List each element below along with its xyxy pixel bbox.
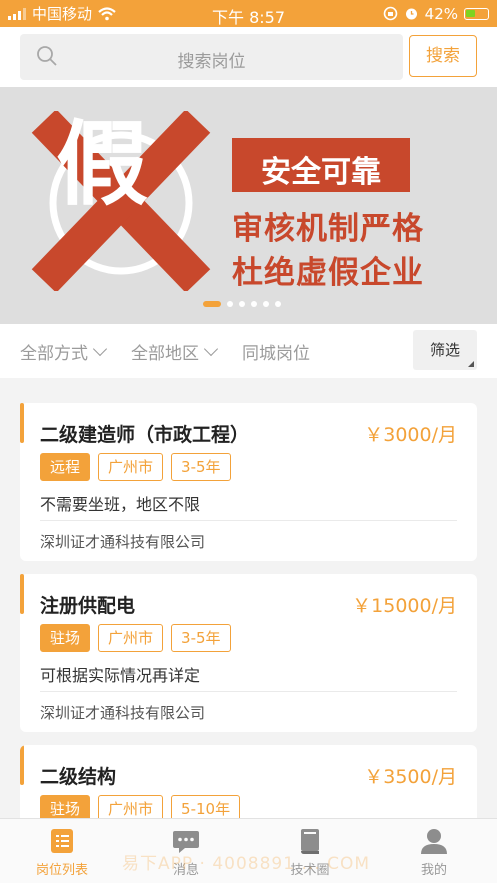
carousel-dot[interactable]	[275, 301, 281, 307]
tab-bar: 岗位列表 消息 技术圈 我的	[0, 818, 497, 883]
city-tag: 广州市	[98, 453, 164, 481]
company-name: 深圳证才通科技有限公司	[40, 704, 206, 722]
job-tags: 远程 广州市 3-5年	[40, 453, 231, 481]
search-placeholder: 搜索岗位	[177, 52, 246, 72]
fake-char: 假	[55, 111, 148, 218]
tab-messages[interactable]: 消息	[124, 819, 248, 883]
tab-label: 我的	[420, 863, 447, 878]
work-mode-tag: 驻场	[40, 624, 91, 652]
tab-label: 消息	[172, 863, 199, 878]
search-input[interactable]: 搜索岗位	[20, 34, 403, 80]
filter-bar: 全部方式 全部地区 同城岗位 筛选	[0, 324, 497, 378]
orientation-lock-icon	[383, 6, 397, 21]
tab-label: 技术圈	[290, 863, 330, 878]
tab-label: 岗位列表	[35, 863, 88, 878]
alarm-icon	[405, 8, 417, 20]
job-salary: ￥3000/月	[364, 424, 457, 446]
banner-line-1: 审核机制严格	[232, 211, 424, 247]
status-bar: 中国移动 下午 8:57 42%	[0, 0, 497, 27]
carousel-dot[interactable]	[263, 301, 269, 307]
user-icon	[421, 829, 447, 854]
job-card[interactable]: 二级结构 ￥3500/月 驻场 广州市 5-10年	[20, 745, 477, 825]
experience-tag: 3-5年	[171, 453, 231, 481]
filter-region-dropdown[interactable]: 全部地区	[131, 339, 219, 364]
list-icon	[51, 829, 73, 853]
search-area: 搜索岗位 搜索	[0, 27, 497, 87]
filter-region-label: 全部地区	[131, 344, 199, 364]
experience-tag: 3-5年	[171, 624, 231, 652]
card-divider	[40, 691, 457, 692]
search-button[interactable]: 搜索	[409, 35, 477, 77]
job-description: 可根据实际情况再详定	[40, 666, 201, 685]
tab-job-list[interactable]: 岗位列表	[0, 819, 124, 883]
status-right: 42%	[383, 0, 489, 27]
card-divider	[40, 520, 457, 521]
job-salary: ￥3500/月	[364, 766, 457, 788]
job-salary: ￥15000/月	[352, 595, 457, 617]
filter-local-jobs[interactable]: 同城岗位	[242, 339, 310, 364]
banner-tag-text: 安全可靠	[261, 155, 381, 190]
card-accent	[20, 745, 24, 785]
message-icon	[173, 831, 199, 853]
job-title: 注册供配电	[40, 595, 136, 617]
book-icon	[301, 829, 319, 854]
carousel-dot[interactable]	[203, 301, 221, 307]
banner-carousel[interactable]: 假 安全可靠 审核机制严格 杜绝虚假企业	[0, 87, 497, 324]
filter-local-label: 同城岗位	[242, 344, 310, 364]
carousel-dot[interactable]	[251, 301, 257, 307]
chevron-down-icon	[203, 341, 219, 356]
tab-tech-circle[interactable]: 技术圈	[248, 819, 372, 883]
filter-button[interactable]: 筛选	[413, 330, 477, 370]
job-tags: 驻场 广州市 3-5年	[40, 624, 231, 652]
battery-charging-icon	[464, 7, 489, 20]
company-name: 深圳证才通科技有限公司	[40, 533, 206, 551]
job-description: 不需要坐班，地区不限	[40, 495, 201, 514]
carousel-dots	[203, 301, 281, 307]
banner-tag: 安全可靠	[232, 138, 410, 192]
banner-line-2: 杜绝虚假企业	[232, 255, 424, 291]
job-card[interactable]: 二级建造师（市政工程） ￥3000/月 远程 广州市 3-5年 不需要坐班，地区…	[20, 403, 477, 561]
battery-percent: 42%	[424, 4, 458, 23]
filter-method-label: 全部方式	[20, 344, 88, 364]
carousel-dot[interactable]	[227, 301, 233, 307]
work-mode-tag: 远程	[40, 453, 91, 481]
city-tag: 广州市	[98, 624, 164, 652]
chevron-down-icon	[92, 341, 108, 356]
job-card[interactable]: 注册供配电 ￥15000/月 驻场 广州市 3-5年 可根据实际情况再详定 深圳…	[20, 574, 477, 732]
job-title: 二级建造师（市政工程）	[40, 424, 250, 446]
card-accent	[20, 403, 24, 443]
filter-method-dropdown[interactable]: 全部方式	[20, 339, 108, 364]
job-title: 二级结构	[40, 766, 117, 788]
carousel-dot[interactable]	[239, 301, 245, 307]
card-accent	[20, 574, 24, 614]
tab-profile[interactable]: 我的	[372, 819, 496, 883]
